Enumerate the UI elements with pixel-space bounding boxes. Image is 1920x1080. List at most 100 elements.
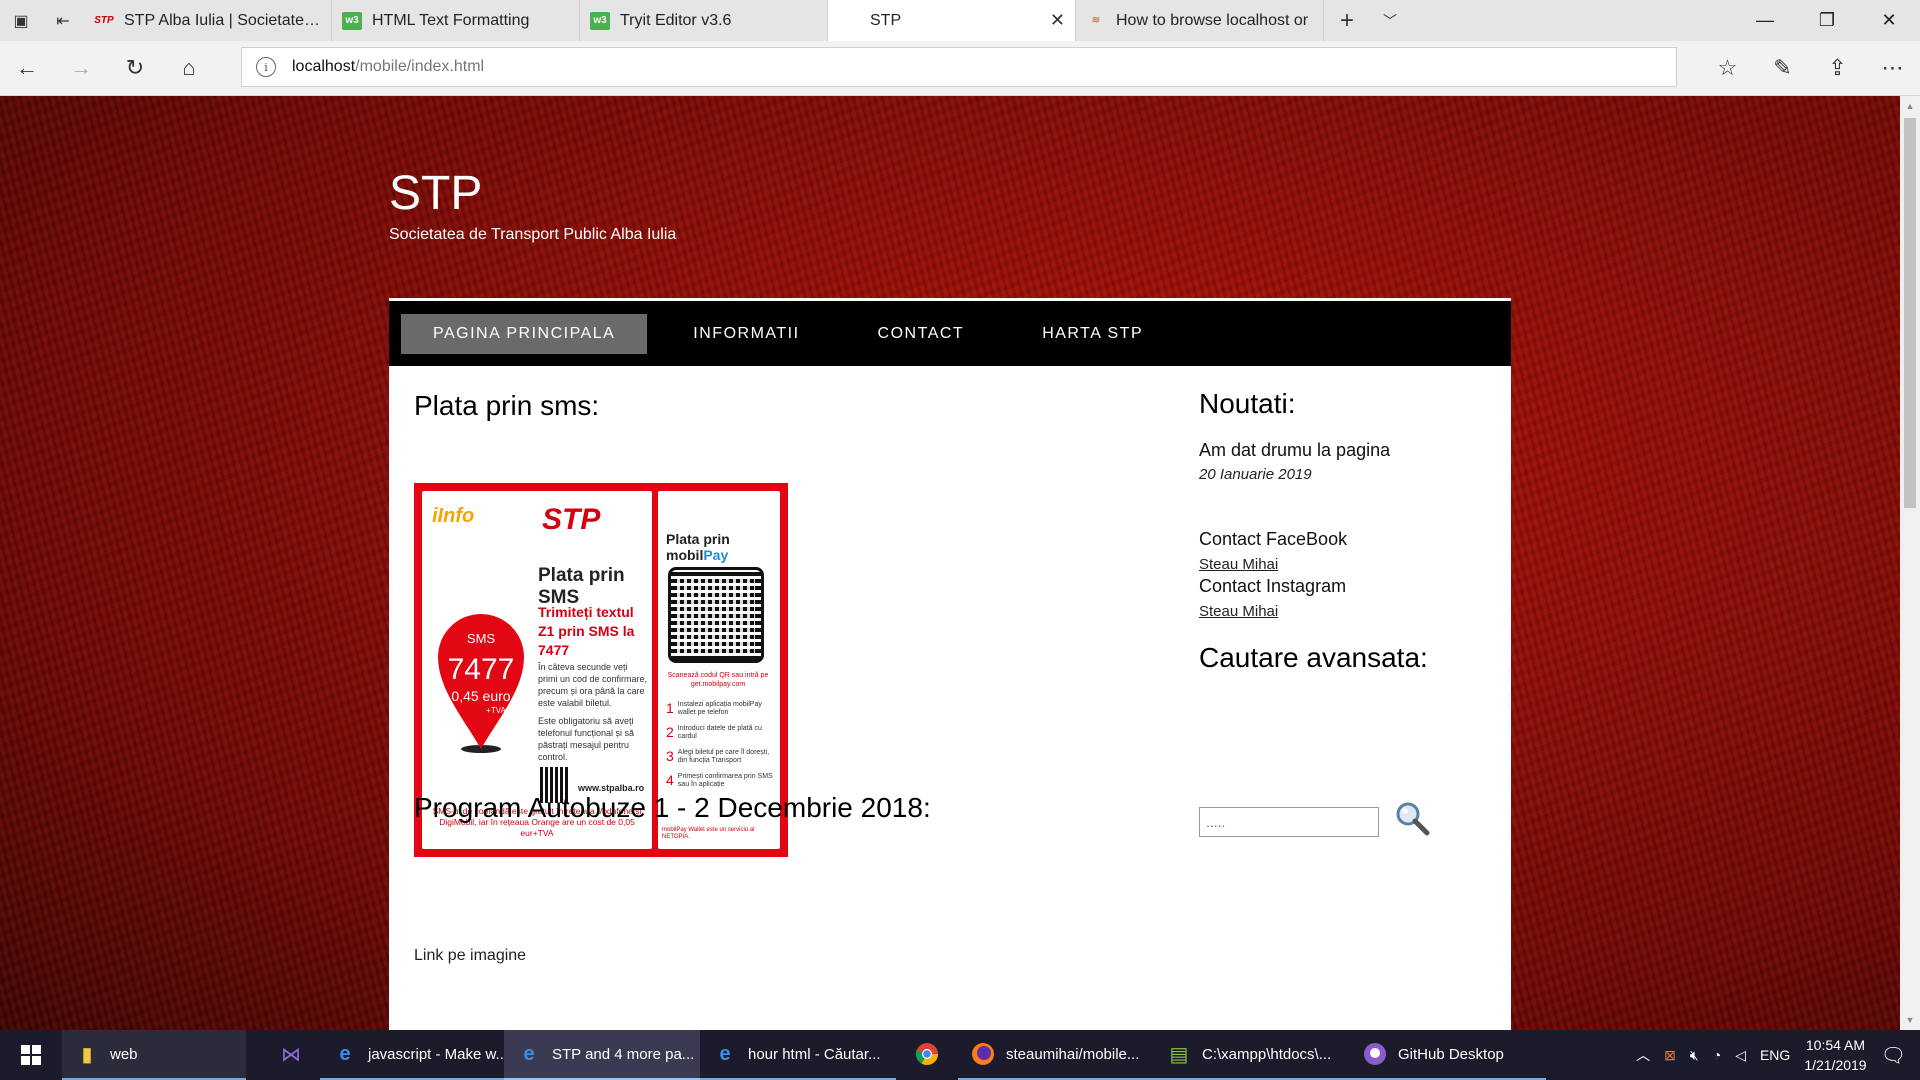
- xampp-tray-icon[interactable]: ⊠: [1664, 1047, 1676, 1064]
- taskbar-item-edge-javascript[interactable]: e javascript - Make w...: [320, 1030, 504, 1080]
- wifi-icon[interactable]: ◔: [1713, 1047, 1721, 1063]
- close-window-icon[interactable]: ✕: [1858, 0, 1920, 41]
- tab-browse-localhost[interactable]: ≋ How to browse localhost or: [1076, 0, 1324, 41]
- tabs-aside-icon[interactable]: ▣: [0, 0, 42, 41]
- mobilpay-title: Plata prin mobilPay: [666, 531, 780, 563]
- window-controls: — ❐ ✕: [1734, 0, 1920, 41]
- set-tabs-aside-icon[interactable]: ⇤: [42, 0, 84, 41]
- bus-program-heading: Program Autobuze 1 - 2 Decembrie 2018:: [414, 792, 931, 823]
- advanced-search-heading: Cautare avansata:: [1199, 642, 1428, 673]
- tab-stp-active[interactable]: STP ✕: [828, 0, 1076, 41]
- windows-taskbar: ▮ web ⋈ e javascript - Make w... e STP a…: [0, 1030, 1920, 1080]
- info-logo: iInfo: [432, 505, 475, 527]
- firefox-icon: [970, 1041, 996, 1067]
- poster-sms-instruction: Trimiteți textul Z1 prin SMS la 7477: [538, 604, 635, 658]
- language-indicator[interactable]: ENG: [1760, 1047, 1790, 1063]
- back-arrow-icon[interactable]: ←: [0, 41, 54, 95]
- news-heading: Noutati:: [1199, 388, 1296, 419]
- scroll-down-icon[interactable]: ▼: [1900, 1010, 1920, 1030]
- stp-favicon-icon: STP: [94, 15, 114, 26]
- refresh-icon[interactable]: ↻: [108, 41, 162, 95]
- poster-confirmation-text: În câteva secunde veți primi un cod de c…: [538, 661, 648, 763]
- taskbar-item-edge-stp[interactable]: e STP and 4 more pa...: [504, 1030, 700, 1080]
- speaker-muted-icon[interactable]: 🔇︎: [1690, 1047, 1699, 1064]
- menu-item-contact[interactable]: CONTACT: [846, 314, 997, 354]
- pin-sms-number: 7477: [448, 653, 515, 686]
- page-scrollbar[interactable]: ▲ ▼: [1900, 96, 1920, 1030]
- taskbar-item-github[interactable]: GitHub Desktop: [1350, 1030, 1546, 1080]
- tab-title: How to browse localhost or: [1116, 11, 1309, 29]
- url-path: /mobile/index.html: [355, 58, 485, 75]
- navigation-bar: ← → ↻ ⌂ i localhost/mobile/index.html ☆ …: [0, 41, 1920, 96]
- mobilpay-step: 3 Alegi biletul pe care îl dorești, din f…: [666, 748, 770, 764]
- news-date: 20 Ianuarie 2019: [1199, 466, 1312, 483]
- close-tab-icon[interactable]: ✕: [1050, 10, 1065, 31]
- mobilpay-caption: Scanează codul QR sau intră pe get.mobil…: [667, 672, 769, 688]
- restore-icon[interactable]: ❐: [1796, 0, 1858, 41]
- pin-tva: +TVA: [486, 706, 506, 715]
- taskbar-item-firefox[interactable]: steaumihai/mobile...: [958, 1030, 1154, 1080]
- chevron-down-icon[interactable]: ﹀: [1370, 0, 1410, 41]
- tab-stp-alba[interactable]: STP STP Alba Iulia | Societatea d: [84, 0, 332, 41]
- clock-time: 10:54 AM: [1805, 1037, 1866, 1053]
- more-menu-icon[interactable]: ⋯: [1865, 41, 1920, 95]
- search-input[interactable]: [1199, 807, 1379, 837]
- volume-icon[interactable]: ◁: [1735, 1047, 1746, 1064]
- mobilpay-title-b: Pay: [703, 547, 729, 563]
- tab-tryit-editor[interactable]: w3 Tryit Editor v3.6: [580, 0, 828, 41]
- site-subtitle: Societatea de Transport Public Alba Iuli…: [389, 226, 677, 243]
- edge-icon: e: [523, 1042, 535, 1065]
- image-link-text[interactable]: Link pe imagine: [414, 947, 526, 965]
- tab-html-text-formatting[interactable]: w3 HTML Text Formatting: [332, 0, 580, 41]
- github-icon: [1362, 1041, 1388, 1067]
- chrome-icon: [914, 1041, 940, 1067]
- tab-title: HTML Text Formatting: [372, 11, 530, 29]
- page-viewport: STP Societatea de Transport Public Alba …: [0, 96, 1900, 1030]
- mobilpay-step: 4 Primești confirmarea prin SMS sau în ap…: [666, 772, 773, 788]
- sms-payment-heading: Plata prin sms:: [414, 390, 600, 421]
- pin-sms-label: SMS: [467, 631, 496, 646]
- tab-title: Tryit Editor v3.6: [620, 11, 732, 29]
- mobilpay-step: 1 Instalezi aplicația mobilPay wallet pe …: [666, 700, 762, 716]
- minimize-icon[interactable]: —: [1734, 0, 1796, 41]
- mobilpay-steps: 1 Instalezi aplicația mobilPay wallet pe …: [666, 701, 776, 797]
- taskbar-item-notepad[interactable]: ▤ C:\xampp\htdocs\...: [1154, 1030, 1350, 1080]
- notepad-icon: ▤: [1169, 1043, 1189, 1066]
- site-info-icon[interactable]: i: [256, 57, 276, 77]
- tab-title: STP Alba Iulia | Societatea d: [124, 11, 321, 29]
- edge-icon: e: [719, 1042, 731, 1065]
- facebook-link[interactable]: Steau Mihai: [1199, 556, 1278, 573]
- home-icon[interactable]: ⌂: [162, 41, 216, 95]
- clock[interactable]: 10:54 AM 1/21/2019: [1804, 1035, 1866, 1075]
- favorites-star-icon[interactable]: ☆: [1700, 41, 1755, 95]
- search-icon[interactable]: [1392, 798, 1432, 838]
- poster-small-text-1: În câteva secunde veți primi un cod de c…: [538, 662, 648, 708]
- forward-arrow-icon[interactable]: →: [54, 41, 108, 95]
- edge-icon: e: [339, 1042, 351, 1065]
- content-panel: Plata prin sms: iInfo STP Plata prin SMS…: [389, 366, 1511, 1030]
- chevron-up-icon[interactable]: ︿: [1636, 1045, 1650, 1065]
- taskbar-item-web[interactable]: ▮ web: [62, 1030, 246, 1080]
- taskbar-item-visual-studio[interactable]: ⋈: [262, 1030, 320, 1080]
- share-icon[interactable]: ⇪: [1810, 41, 1865, 95]
- action-center-icon[interactable]: 🗨︎: [1881, 1043, 1906, 1068]
- w3schools-favicon-icon: w3: [590, 11, 610, 30]
- address-bar[interactable]: i localhost/mobile/index.html: [241, 47, 1677, 87]
- system-tray: ︿ ⊠ 🔇︎ ◔ ◁ ENG 10:54 AM 1/21/2019 🗨︎: [1636, 1035, 1920, 1075]
- menu-item-harta-stp[interactable]: HARTA STP: [1010, 314, 1175, 354]
- scrollbar-thumb[interactable]: [1904, 118, 1916, 508]
- clock-date: 1/21/2019: [1804, 1057, 1867, 1073]
- pen-notes-icon[interactable]: ✎: [1755, 41, 1810, 95]
- scroll-up-icon[interactable]: ▲: [1900, 96, 1920, 116]
- menu-item-pagina-principala[interactable]: PAGINA PRINCIPALA: [401, 313, 648, 354]
- taskbar-item-edge-hour-html[interactable]: e hour html - Căutar...: [700, 1030, 896, 1080]
- new-tab-icon[interactable]: +: [1324, 0, 1370, 41]
- taskbar-item-chrome[interactable]: [896, 1030, 958, 1080]
- main-menu: PAGINA PRINCIPALA INFORMATII CONTACT HAR…: [389, 298, 1511, 366]
- instagram-label: Contact Instagram: [1199, 576, 1347, 596]
- mobilpay-footer: mobilPay Wallet este un serviciu al NETO…: [662, 827, 755, 840]
- menu-item-informatii[interactable]: INFORMATII: [661, 314, 831, 354]
- windows-start-icon[interactable]: [0, 1030, 62, 1080]
- instagram-link[interactable]: Steau Mihai: [1199, 603, 1278, 620]
- poster-small-text-2: Este obligatoriu să aveți telefonul func…: [538, 716, 635, 762]
